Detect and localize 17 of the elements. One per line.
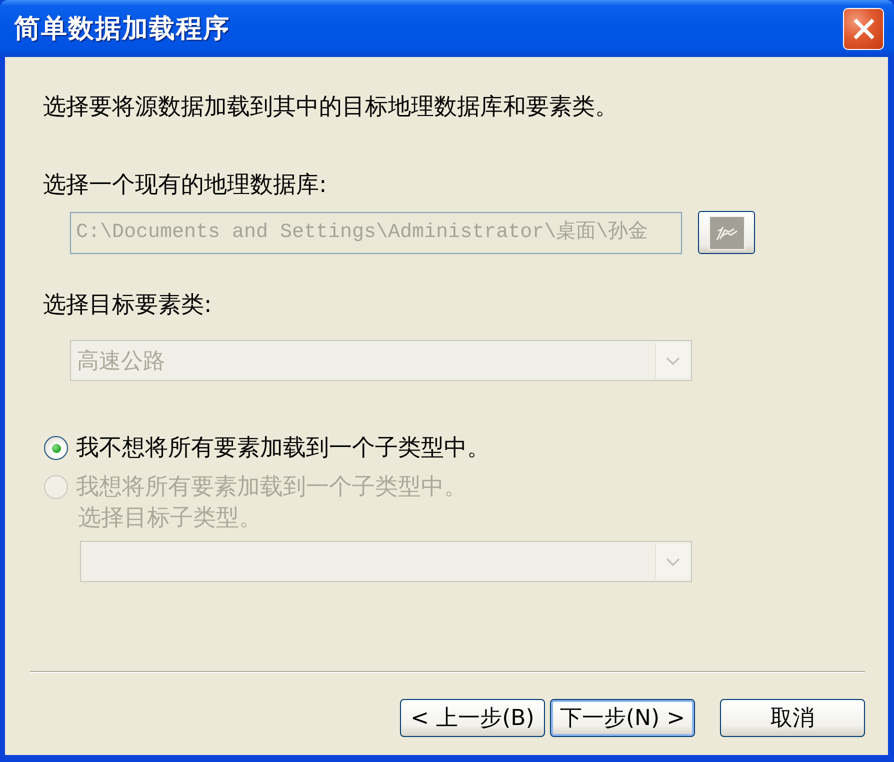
close-icon bbox=[852, 18, 874, 40]
browse-button[interactable] bbox=[698, 211, 755, 254]
close-button[interactable] bbox=[843, 8, 884, 50]
field-label: 选择一个现有的地理数据库: bbox=[43, 171, 327, 200]
chevron-down-icon bbox=[666, 356, 680, 364]
tile-icon bbox=[708, 216, 744, 250]
dialog-button[interactable]: < 上一步(B) bbox=[400, 699, 545, 737]
dialog-button[interactable]: 下一步(N) > bbox=[550, 699, 695, 737]
field-label: 选择目标要素类: bbox=[43, 291, 212, 320]
radio-button[interactable] bbox=[44, 436, 68, 460]
window-title: 简单数据加载程序 bbox=[14, 13, 230, 46]
chevron-down-icon bbox=[666, 558, 680, 566]
field-label: 选择目标子类型。 bbox=[78, 504, 262, 533]
instruction-text: 选择要将源数据加载到其中的目标地理数据库和要素类。 bbox=[43, 93, 618, 122]
radio-label: 我不想将所有要素加载到一个子类型中。 bbox=[76, 434, 490, 463]
radio-label: 我想将所有要素加载到一个子类型中。 bbox=[76, 473, 467, 502]
dialog-button[interactable]: 取消 bbox=[720, 699, 865, 737]
